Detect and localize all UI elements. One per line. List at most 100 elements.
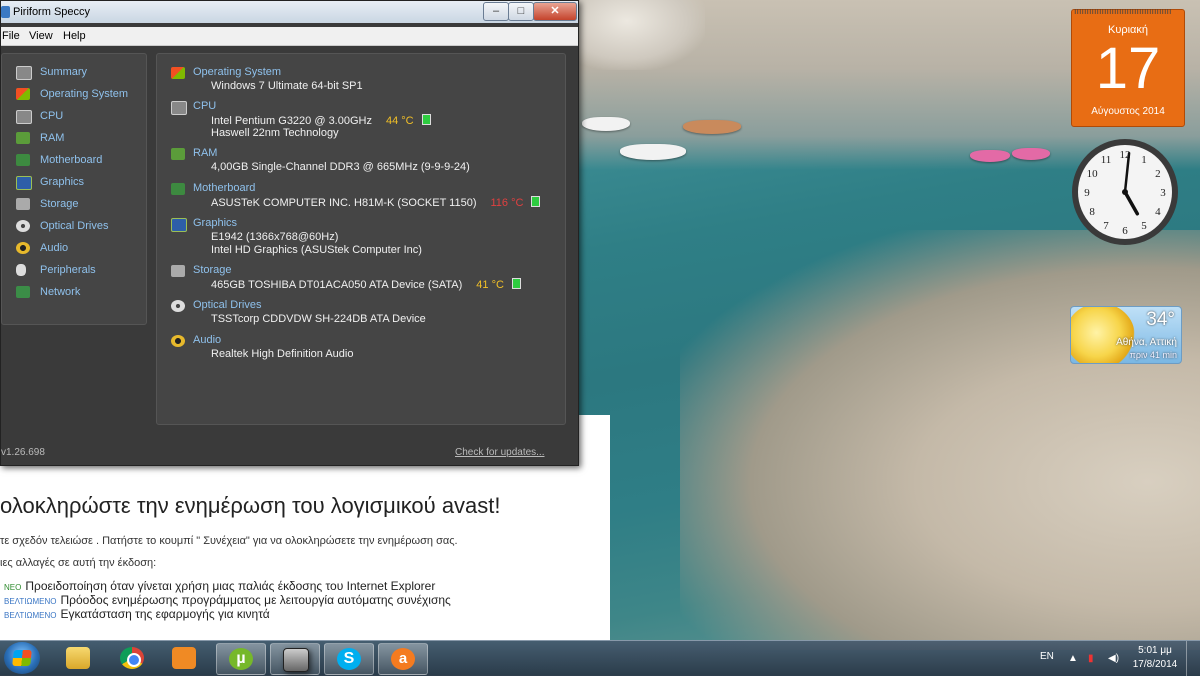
sidebar-label: Summary (40, 66, 88, 78)
sidebar-item-motherboard[interactable]: Motherboard (2, 150, 142, 170)
motherboard-value: ASUSTeK COMPUTER INC. H81M-K (SOCKET 115… (211, 196, 541, 209)
show-hidden-icons[interactable]: ▲ (1068, 653, 1078, 664)
section-heading[interactable]: Motherboard (193, 182, 255, 194)
new-badge: ΝΕΟ (4, 583, 22, 592)
weather-city: Αθήνα, Αττική (1116, 337, 1177, 348)
taskbar-media-player[interactable] (160, 643, 208, 673)
taskbar-skype[interactable]: S (324, 643, 374, 675)
wallpaper-boat (683, 120, 741, 134)
cpu-icon (171, 101, 187, 115)
cpu-model: Intel Pentium G3220 @ 3.00GHz (211, 115, 372, 127)
network-icon (16, 286, 30, 298)
cpu-icon (16, 110, 32, 124)
sidebar-label: Motherboard (40, 154, 103, 166)
menu-file[interactable]: File (2, 30, 20, 42)
menu-help[interactable]: Help (63, 30, 86, 42)
wallpaper-rocks-left (575, 0, 705, 70)
section-heading[interactable]: Graphics (193, 217, 237, 229)
sidebar-label: Network (40, 286, 81, 298)
clock-gadget[interactable]: 1234567891011 12 (1070, 137, 1180, 247)
taskbar-explorer[interactable] (54, 643, 102, 673)
section-heading[interactable]: Audio (193, 334, 221, 346)
sidebar-label: Graphics (40, 176, 85, 188)
network-status-icon[interactable]: ▮ (1088, 653, 1094, 664)
minimize-button[interactable]: – (483, 2, 509, 21)
sidebar-label: Optical Drives (40, 220, 109, 232)
start-button[interactable] (4, 642, 40, 674)
change-text: Πρόοδος ενημέρωσης προγράμματος με λειτο… (60, 593, 451, 607)
calendar-gadget[interactable]: ııııııııııııııııııııııııııııııııııııııı … (1071, 6, 1185, 127)
section-heading[interactable]: Optical Drives (193, 299, 261, 311)
language-indicator[interactable]: EN (1040, 651, 1054, 662)
section-heading[interactable]: Storage (193, 264, 232, 276)
sidebar-label: Peripherals (40, 264, 96, 276)
wallpaper-boat (620, 144, 686, 160)
clock-number: 1 (1141, 154, 1147, 166)
wallpaper-boat (970, 150, 1010, 162)
taskbar-utorrent[interactable]: µ (216, 643, 266, 675)
taskbar-chrome[interactable] (108, 643, 156, 673)
clock-number: 5 (1141, 220, 1147, 232)
menu-view[interactable]: View (29, 30, 53, 42)
clock-number: 10 (1087, 168, 1099, 180)
close-button[interactable]: ✕ (533, 2, 577, 21)
clock-center (1122, 189, 1128, 195)
sidebar: Summary Operating System CPU RAM Motherb… (1, 53, 147, 325)
motherboard-temperature: 116 °C (490, 197, 524, 209)
storage-value: 465GB TOSHIBA DT01ACA050 ATA Device (SAT… (211, 278, 521, 291)
section-heading[interactable]: RAM (193, 147, 217, 159)
summary-icon (16, 66, 32, 80)
clock-time[interactable]: 5:01 μμ (1134, 645, 1176, 656)
show-desktop-button[interactable] (1186, 641, 1200, 676)
avast-change-item: ΝΕΟ Προειδοποίηση όταν γίνεται χρήση μιας… (4, 579, 435, 593)
sidebar-item-operating-system[interactable]: Operating System (2, 84, 142, 104)
sidebar-item-audio[interactable]: Audio (2, 238, 142, 258)
window-title: Piriform Speccy (13, 6, 91, 18)
section-heading[interactable]: Operating System (193, 66, 281, 78)
wallpaper-boat (1012, 148, 1050, 160)
speccy-titlebar[interactable]: Piriform Speccy – □ ✕ (1, 1, 578, 23)
volume-icon[interactable]: ◀) (1108, 653, 1119, 664)
change-text: Εγκατάσταση της εφαρμογής για κινητά (60, 607, 270, 621)
clock-date[interactable]: 17/8/2014 (1130, 659, 1180, 670)
hdd-icon (171, 265, 185, 277)
sidebar-label: Storage (40, 198, 79, 210)
sidebar-item-ram[interactable]: RAM (2, 128, 142, 148)
temperature-bar-icon (531, 196, 541, 207)
version-label: v1.26.698 (1, 447, 45, 458)
chrome-icon (120, 647, 144, 669)
clock-number: 9 (1084, 187, 1090, 199)
monitor-icon (171, 218, 187, 232)
sidebar-item-storage[interactable]: Storage (2, 194, 142, 214)
ram-icon (171, 148, 185, 160)
avast-change-item: ΒΕΛΤΙΩΜΕΝΟ Πρόοδος ενημέρωσης προγράμματο… (4, 593, 451, 607)
sidebar-item-summary[interactable]: Summary (2, 62, 142, 82)
windows-icon (171, 67, 185, 79)
wallpaper-rocks-right (680, 230, 1200, 650)
display-value: E1942 (1366x768@60Hz) (211, 231, 339, 243)
check-updates-link[interactable]: Check for updates... (455, 447, 545, 458)
speccy-icon (283, 648, 309, 672)
sidebar-item-graphics[interactable]: Graphics (2, 172, 142, 192)
sidebar-item-network[interactable]: Network (2, 282, 142, 302)
avast-icon: a (391, 648, 415, 670)
maximize-button[interactable]: □ (508, 2, 534, 21)
temperature-bar-icon (511, 278, 521, 289)
disc-icon (16, 220, 30, 232)
taskbar: µ S a EN ▲ ▮ ◀) 5:01 μμ 17/8/2014 (0, 640, 1200, 676)
weather-gadget[interactable]: 34° Αθήνα, Αττική πριν 41 min (1070, 306, 1182, 364)
sidebar-item-peripherals[interactable]: Peripherals (2, 260, 142, 280)
sidebar-item-optical-drives[interactable]: Optical Drives (2, 216, 142, 236)
avast-heading: ολοκληρώστε την ενημέρωση του λογισμικού… (0, 493, 501, 518)
speaker-icon (16, 242, 30, 254)
section-heading[interactable]: CPU (193, 100, 216, 112)
taskbar-speccy[interactable] (270, 643, 320, 675)
avast-change-item: ΒΕΛΤΙΩΜΕΝΟ Εγκατάσταση της εφαρμογής για … (4, 607, 270, 621)
taskbar-avast[interactable]: a (378, 643, 428, 675)
improved-badge: ΒΕΛΤΙΩΜΕΝΟ (4, 611, 57, 620)
sidebar-item-cpu[interactable]: CPU (2, 106, 142, 126)
ram-value: 4,00GB Single-Channel DDR3 @ 665MHz (9-9… (211, 161, 470, 173)
hdd-icon (16, 198, 30, 210)
skype-icon: S (337, 648, 361, 670)
ram-icon (16, 132, 30, 144)
